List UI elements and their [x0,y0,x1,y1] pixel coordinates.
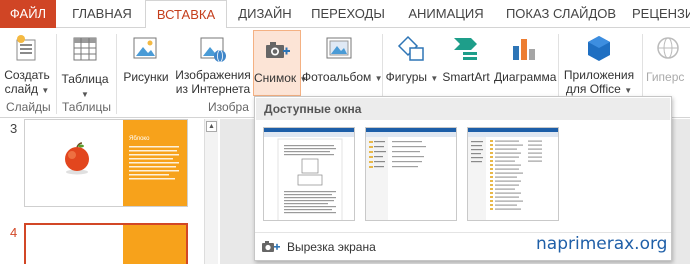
smartart-button[interactable]: SmartArt [438,30,494,96]
smartart-label: SmartArt [442,70,490,84]
hyperlink-button[interactable]: Гиперс [646,30,690,96]
new-slide-icon [13,34,41,67]
screenshot-button[interactable]: Снимок ▼ [253,30,307,96]
slide-accent-panel [123,225,186,264]
tab-design[interactable]: ДИЗАЙН [230,0,300,28]
screenshot-label: Снимок [254,71,297,85]
pictures-button[interactable]: Рисунки [118,30,174,96]
chart-button[interactable]: Диаграмма [494,30,557,96]
ribbon-tab-bar: ФАЙЛ ГЛАВНАЯ ВСТАВКА ДИЗАЙН ПЕРЕХОДЫ АНИ… [0,0,690,29]
hyperlink-icon [653,34,683,67]
available-window-thumb[interactable] [263,127,355,221]
photo-album-label: Фотоальбом [302,70,372,84]
group-divider [116,34,117,114]
slide-thumb-text [129,146,181,186]
online-pictures-label-1: Изображения [175,68,251,82]
table-button[interactable]: Таблица ▼ [58,30,112,99]
chart-icon [509,34,539,67]
chart-label: Диаграмма [494,70,557,84]
chevron-down-icon: ▼ [81,90,89,99]
slide-thumbnails-pane: 3 Яблоко 4 [0,119,220,264]
tab-home[interactable]: ГЛАВНАЯ [62,0,142,28]
available-window-thumb[interactable] [365,127,457,221]
available-windows-header: Доступные окна [256,98,670,120]
pictures-icon [131,34,161,67]
online-pictures-icon [198,34,228,67]
chevron-down-icon: ▼ [41,86,50,95]
online-pictures-label-2: из Интернета [175,82,251,96]
screen-clipping-label: Вырезка экрана [287,240,376,254]
group-label-tables: Таблицы [62,100,112,114]
apple-image [59,140,95,179]
pane-scrollbar[interactable]: ▲ [204,119,218,264]
tab-slideshow[interactable]: ПОКАЗ СЛАЙДОВ [500,0,622,28]
table-icon [71,34,99,67]
slide-thumb-title: Яблоко [129,136,150,142]
table-label: Таблица [61,72,109,86]
new-slide-label-1: Создать [4,68,50,82]
available-window-thumb[interactable] [467,127,559,221]
tab-animations[interactable]: АНИМАЦИЯ [396,0,496,28]
new-slide-button[interactable]: Создать слайд ▼ [2,30,52,96]
screen-clipping-icon [261,237,281,258]
camera-icon [262,35,292,68]
tab-review[interactable]: РЕЦЕНЗИ [624,0,690,28]
shapes-label: Фигуры [385,70,428,84]
shapes-icon [397,34,427,67]
slide-number: 3 [10,121,18,136]
shapes-button[interactable]: Фигуры ▼ [384,30,440,96]
slide-thumbnail-selected[interactable] [24,223,188,264]
tab-insert[interactable]: ВСТАВКА [145,0,227,29]
slide-thumbnail[interactable]: Яблоко [24,119,188,207]
slide-number: 4 [10,225,18,240]
smartart-icon [451,34,481,67]
explorer-preview [468,137,542,220]
office-apps-icon [584,34,614,67]
watermark: naprimerax.org [536,234,668,254]
photo-album-icon [325,34,355,67]
document-preview [277,138,343,220]
group-label-images: Изобра [208,100,249,114]
hyperlink-label: Гиперс [646,70,685,84]
pictures-label: Рисунки [123,70,169,84]
scroll-up-icon[interactable]: ▲ [206,121,217,132]
explorer-preview [366,137,426,220]
group-divider [56,34,57,114]
new-slide-label-2: слайд [4,82,39,96]
chevron-down-icon: ▼ [624,86,633,95]
office-apps-label-2: для Office [565,82,621,96]
group-label-slides: Слайды [6,100,51,114]
office-apps-button[interactable]: Приложения для Office ▼ [560,30,638,96]
photo-album-button[interactable]: Фотоальбом ▼ [302,30,383,96]
tab-transitions[interactable]: ПЕРЕХОДЫ [302,0,394,28]
tab-file[interactable]: ФАЙЛ [0,0,56,28]
online-pictures-button[interactable]: Изображения из Интернета [174,30,252,96]
office-apps-label-1: Приложения [563,68,635,82]
